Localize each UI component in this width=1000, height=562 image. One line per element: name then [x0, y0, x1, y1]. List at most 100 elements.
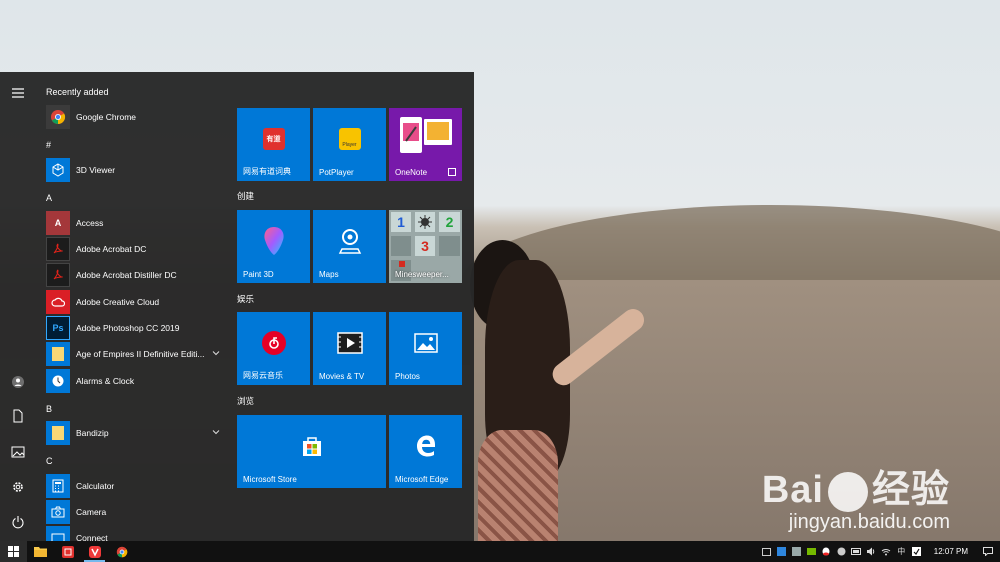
- settings-button[interactable]: [0, 470, 36, 504]
- section-header[interactable]: B: [46, 404, 52, 414]
- taskbar-chrome[interactable]: [108, 541, 135, 562]
- minesweeper-cell: [439, 236, 460, 256]
- vivaldi-icon: [88, 545, 101, 558]
- tile-youdao-dict[interactable]: 有道 网易有道词典: [237, 108, 310, 181]
- app-list[interactable]: Recently added Google Chrome # 3D Viewer…: [36, 72, 232, 541]
- windows-logo-icon: [8, 546, 19, 557]
- paint3d-icon: [263, 226, 284, 255]
- folder-icon: [46, 341, 70, 366]
- app-calculator[interactable]: Calculator: [46, 473, 232, 498]
- tile-label: Photos: [395, 372, 420, 381]
- chrome-icon: [46, 104, 70, 129]
- access-icon: A: [46, 210, 70, 235]
- app-label: Adobe Photoshop CC 2019: [76, 322, 180, 333]
- tile-onenote[interactable]: OneNote: [389, 108, 462, 181]
- expand-menu-button[interactable]: [0, 76, 36, 110]
- tile-paint-3d[interactable]: Paint 3D: [237, 210, 310, 283]
- flag-icon: [399, 261, 405, 267]
- app-access[interactable]: A Access: [46, 210, 232, 235]
- app-label: Access: [76, 217, 104, 228]
- youdao-icon: 有道: [262, 127, 285, 150]
- chevron-down-icon[interactable]: [212, 349, 220, 357]
- app-label: Adobe Acrobat DC: [76, 243, 147, 254]
- tray-shield-icon[interactable]: [775, 541, 788, 562]
- tile-movies-tv[interactable]: Movies & TV: [313, 312, 386, 385]
- power-button[interactable]: [0, 505, 36, 539]
- pictures-button[interactable]: [0, 435, 36, 469]
- tile-group-title[interactable]: 浏览: [237, 395, 254, 407]
- app-camera[interactable]: Camera: [46, 499, 232, 524]
- app-google-chrome[interactable]: Google Chrome: [46, 104, 232, 129]
- tray-nvidia-icon[interactable]: [805, 541, 818, 562]
- section-header[interactable]: #: [46, 140, 51, 150]
- tray-qq-icon[interactable]: [820, 541, 833, 562]
- tile-label: Minesweeper...: [395, 270, 449, 279]
- tile-group-title[interactable]: 娱乐: [237, 293, 254, 305]
- tile-microsoft-store[interactable]: Microsoft Store: [237, 415, 386, 488]
- minesweeper-cell: 1: [391, 212, 411, 232]
- app-adobe-acrobat-distiller[interactable]: Adobe Acrobat Distiller DC: [46, 262, 232, 287]
- section-header[interactable]: A: [46, 193, 52, 203]
- chevron-down-icon[interactable]: [212, 428, 220, 436]
- volume-icon[interactable]: [865, 541, 878, 562]
- photos-icon: [413, 332, 438, 353]
- taskbar-file-explorer[interactable]: [27, 541, 54, 562]
- app-label: Bandizip: [76, 427, 109, 438]
- tray-tick-icon[interactable]: [910, 541, 923, 562]
- app-label: Connect: [76, 532, 108, 542]
- tile-netease-music[interactable]: 网易云音乐: [237, 312, 310, 385]
- minesweeper-cell: [391, 236, 411, 256]
- mine-icon: [415, 212, 435, 232]
- start-button[interactable]: [0, 541, 27, 562]
- wifi-icon[interactable]: [880, 541, 893, 562]
- tray-app-icon[interactable]: [790, 541, 803, 562]
- gear-icon: [13, 482, 23, 492]
- taskbar-clock[interactable]: 12:07 PM: [934, 547, 968, 556]
- connect-icon: [46, 525, 70, 541]
- section-header[interactable]: Recently added: [46, 87, 109, 97]
- app-adobe-acrobat-dc[interactable]: Adobe Acrobat DC: [46, 236, 232, 261]
- tile-maps[interactable]: Maps: [313, 210, 386, 283]
- app-bandizip-folder[interactable]: Bandizip: [46, 420, 232, 445]
- documents-button[interactable]: [0, 399, 36, 433]
- app-label: 3D Viewer: [76, 164, 116, 175]
- picture-icon: [11, 446, 25, 458]
- section-header[interactable]: C: [46, 456, 53, 466]
- app-label: Adobe Acrobat Distiller DC: [76, 269, 177, 280]
- tile-label: Movies & TV: [319, 372, 365, 381]
- notification-center-icon[interactable]: [977, 541, 999, 562]
- app-3d-viewer[interactable]: 3D Viewer: [46, 157, 232, 182]
- hamburger-icon: [12, 88, 24, 98]
- tray-news-icon[interactable]: [760, 541, 773, 562]
- minesweeper-cell: 2: [439, 212, 460, 232]
- tile-label: PotPlayer: [319, 168, 354, 177]
- app-adobe-photoshop[interactable]: Ps Adobe Photoshop CC 2019: [46, 315, 232, 340]
- app-age-of-empires-folder[interactable]: Age of Empires II Definitive Editi...: [46, 341, 232, 366]
- tile-label: 网易云音乐: [243, 371, 283, 380]
- tile-potplayer[interactable]: Player PotPlayer: [313, 108, 386, 181]
- tile-microsoft-edge[interactable]: Microsoft Edge: [389, 415, 462, 488]
- app-adobe-creative-cloud[interactable]: Adobe Creative Cloud: [46, 289, 232, 314]
- ime-indicator[interactable]: 中: [895, 541, 908, 562]
- maps-icon: [338, 228, 361, 254]
- tile-group-title[interactable]: 创建: [237, 190, 254, 202]
- onenote-icon: [399, 116, 452, 153]
- baidu-paw-icon: [827, 471, 868, 512]
- tile-minesweeper[interactable]: 1 2 3 Minesweeper...: [389, 210, 462, 283]
- user-icon: [12, 376, 24, 388]
- camera-icon: [46, 499, 70, 524]
- taskbar-youdao[interactable]: [54, 541, 81, 562]
- app-label: Calculator: [76, 480, 115, 491]
- tile-photos[interactable]: Photos: [389, 312, 462, 385]
- alarm-clock-icon: [46, 368, 70, 393]
- battery-icon[interactable]: [850, 541, 863, 562]
- tray-wechat-icon[interactable]: [835, 541, 848, 562]
- app-connect[interactable]: Connect: [46, 525, 232, 541]
- account-button[interactable]: [0, 365, 36, 399]
- app-alarms-clock[interactable]: Alarms & Clock: [46, 368, 232, 393]
- onenote-badge-icon: [448, 168, 456, 176]
- tiles-area: 有道 网易有道词典 Player PotPlayer OneNote 创建 Pa…: [236, 72, 474, 541]
- taskbar-vivaldi[interactable]: [81, 541, 108, 562]
- app-label: Age of Empires II Definitive Editi...: [76, 348, 205, 359]
- app-label: Camera: [76, 506, 107, 517]
